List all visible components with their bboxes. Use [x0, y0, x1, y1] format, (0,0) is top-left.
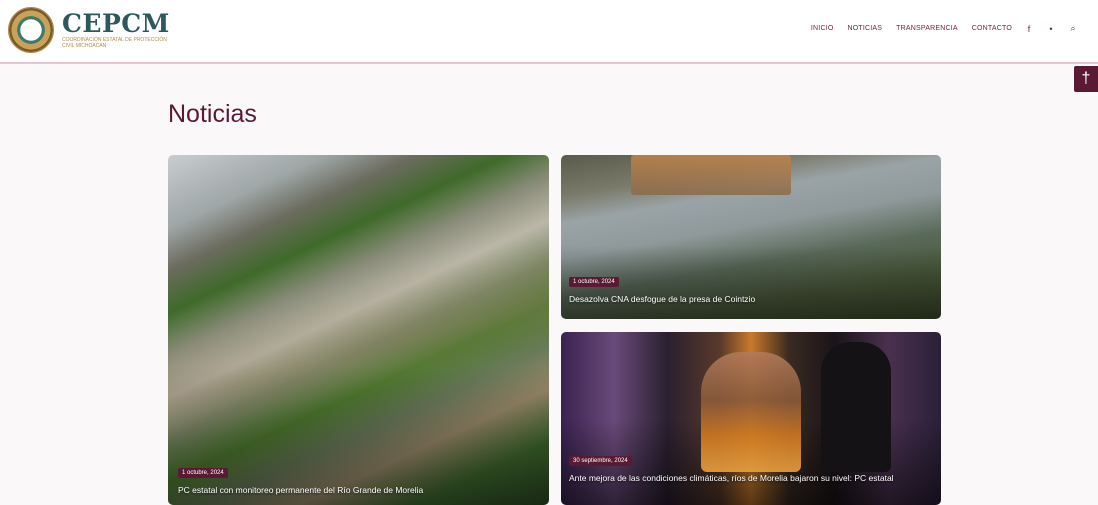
nav-inicio[interactable]: INICIO — [811, 25, 834, 32]
nav-transparencia[interactable]: TRANSPARENCIA — [896, 25, 958, 32]
brand-title: CEPCM — [62, 9, 170, 38]
news-card-tertiary[interactable]: 30 septiembre, 2024 Ante mejora de las c… — [561, 332, 941, 505]
news-image-figure — [821, 342, 891, 472]
news-image — [168, 155, 549, 505]
news-headline[interactable]: Desazolva CNA desfogue de la presa de Co… — [569, 294, 929, 304]
brand-text: CEPCM COORDINACIÓN ESTATAL DE PROTECCIÓN… — [62, 9, 174, 50]
news-date: 30 septiembre, 2024 — [569, 456, 632, 466]
news-card-featured[interactable]: 1 octubre, 2024 PC estatal con monitoreo… — [168, 155, 549, 505]
news-headline[interactable]: PC estatal con monitoreo permanente del … — [178, 485, 538, 495]
brand-subtitle: COORDINACIÓN ESTATAL DE PROTECCIÓN CIVIL… — [62, 37, 167, 49]
accessibility-icon: † — [1081, 70, 1091, 87]
brand-logo[interactable]: CEPCM COORDINACIÓN ESTATAL DE PROTECCIÓN… — [8, 7, 174, 53]
news-date: 1 octubre, 2024 — [178, 468, 228, 478]
search-icon[interactable]: ⌕ — [1068, 23, 1078, 34]
news-image — [701, 352, 801, 472]
seal-icon — [8, 7, 54, 53]
news-headline[interactable]: Ante mejora de las condiciones climática… — [569, 473, 929, 483]
news-date: 1 octubre, 2024 — [569, 277, 619, 287]
accessibility-button[interactable]: † — [1074, 66, 1098, 92]
facebook-icon[interactable]: f — [1024, 24, 1034, 34]
nav-contacto[interactable]: CONTACTO — [972, 25, 1012, 32]
twitter-icon[interactable]: • — [1046, 24, 1056, 34]
page-title: Noticias — [168, 100, 257, 128]
site-header: CEPCM COORDINACIÓN ESTATAL DE PROTECCIÓN… — [0, 0, 1098, 64]
news-card-secondary[interactable]: 1 octubre, 2024 Desazolva CNA desfogue d… — [561, 155, 941, 319]
news-image — [631, 155, 791, 195]
nav-noticias[interactable]: NOTICIAS — [848, 25, 883, 32]
main-nav: INICIO NOTICIAS TRANSPARENCIA CONTACTO f… — [797, 23, 1078, 34]
